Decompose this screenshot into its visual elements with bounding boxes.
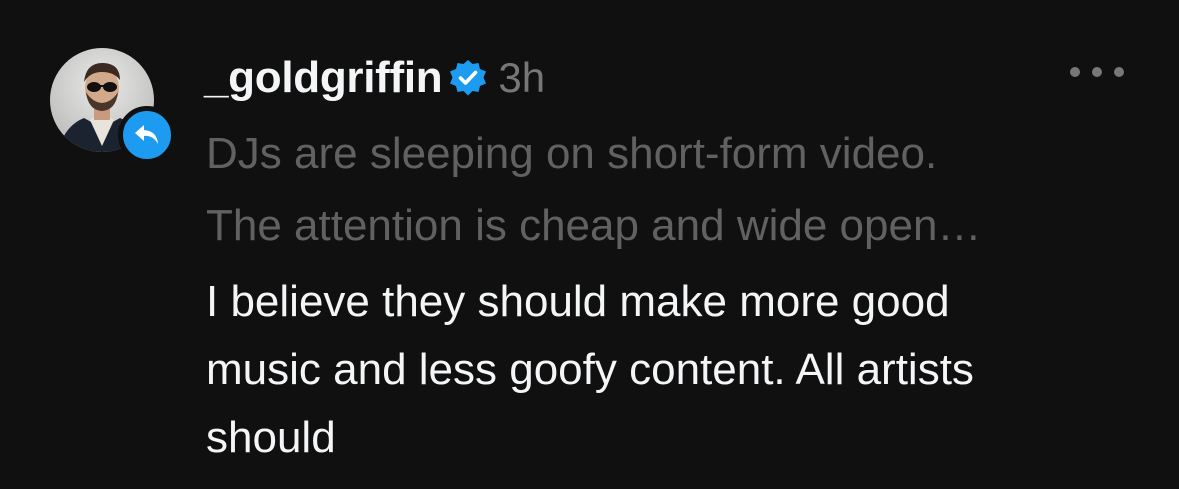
quoted-line: DJs are sleeping on short-form video. [206,129,938,178]
dot [1114,67,1124,77]
post-timestamp: 3h [498,54,546,101]
quoted-text[interactable]: DJs are sleeping on short-form video. Th… [206,118,1136,262]
reply-text: I believe they should make more good mus… [206,268,1166,472]
dot [1070,67,1080,77]
reply-line: should [206,413,336,462]
thread-post: _goldgriffin 3h DJs are sleeping on shor… [0,0,1179,489]
post-header: _goldgriffin 3h [204,50,545,106]
username[interactable]: _goldgriffin [204,56,443,100]
quoted-line: The attention is cheap and wide open… [206,201,982,250]
more-horizontal-icon[interactable] [1070,60,1124,84]
dot [1092,67,1102,77]
reply-line: music and less goofy content. All artist… [206,345,974,394]
reply-badge [118,106,176,164]
reply-line: I believe they should make more good [206,277,950,326]
reply-arrow-icon [135,125,158,144]
verified-badge-icon [448,58,488,98]
